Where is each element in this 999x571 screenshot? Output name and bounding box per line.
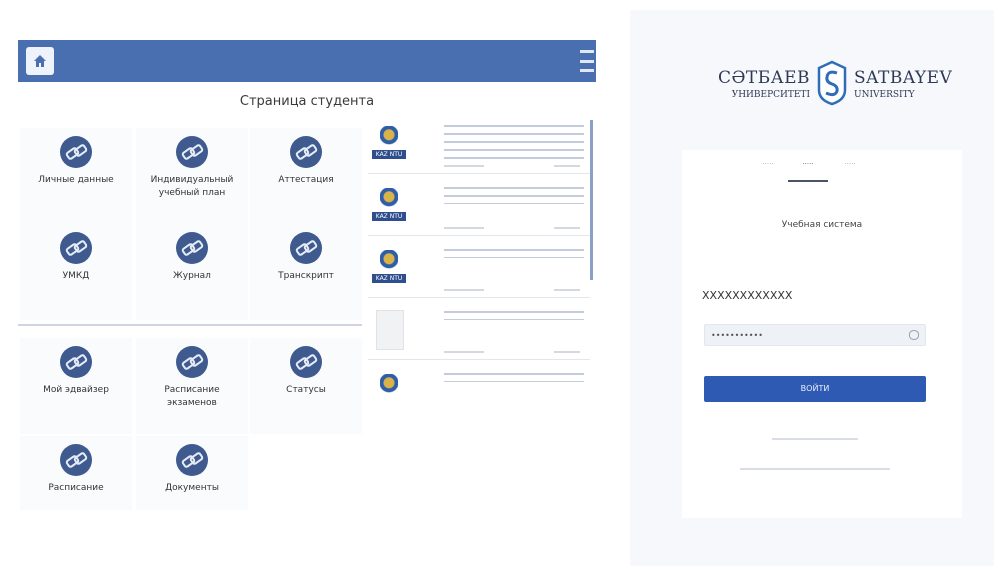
kazntu-logo-icon: KAZ NTU <box>372 188 406 226</box>
eye-icon[interactable] <box>909 330 919 340</box>
footer-link[interactable] <box>740 468 890 470</box>
news-title-placeholder <box>444 186 584 204</box>
link-icon <box>290 232 322 264</box>
news-title-placeholder <box>444 124 584 164</box>
link-icon <box>176 232 208 264</box>
kazntu-logo-icon: KAZ NTU <box>372 250 406 288</box>
tab-language-1[interactable]: ····· <box>748 160 788 168</box>
link-icon <box>60 444 92 476</box>
login-field[interactable] <box>702 282 922 308</box>
kazntu-logo-icon <box>372 374 406 412</box>
university-logo: СӘТБАЕВ УНИВЕРСИТЕТІ SATBAYEV UNIVERSITY <box>670 54 952 114</box>
tile-schedule[interactable]: Расписание <box>20 436 132 510</box>
brand-kz-sub: УНИВЕРСИТЕТІ <box>731 90 810 100</box>
menu-icon[interactable] <box>580 50 594 72</box>
tile-label: УМКД <box>62 271 90 281</box>
tile-label: Транскрипт <box>278 271 334 281</box>
news-meta <box>444 163 584 169</box>
top-nav-bar <box>18 40 596 82</box>
link-icon <box>60 136 92 168</box>
news-item[interactable] <box>368 364 590 404</box>
link-icon <box>176 444 208 476</box>
tile-label: Статусы <box>286 385 326 395</box>
login-button[interactable]: ВОЙТИ <box>704 376 926 402</box>
link-icon <box>290 346 322 378</box>
language-tabs: ····· ····· ····· <box>728 156 908 186</box>
student-portal-screenshot: Страница студента Личные данные Индивиду… <box>18 40 596 510</box>
news-item[interactable]: KAZ NTU <box>368 240 590 298</box>
section-divider <box>18 324 362 326</box>
home-button[interactable] <box>26 47 54 75</box>
tile-individual-plan[interactable]: Индивидуальный учебный план <box>136 128 248 224</box>
tile-journal[interactable]: Журнал <box>136 224 248 320</box>
satbayev-emblem-icon <box>817 60 847 106</box>
tile-transcript[interactable]: Транскрипт <box>250 224 362 320</box>
tab-language-3[interactable]: ····· <box>830 160 870 168</box>
page-title: Страница студента <box>239 94 375 109</box>
tile-statuses[interactable]: Статусы <box>250 338 362 434</box>
link-icon <box>290 136 322 168</box>
link-icon <box>176 346 208 378</box>
home-icon <box>34 55 46 67</box>
news-title-placeholder <box>444 310 584 320</box>
tile-label: Мой эдвайзер <box>43 385 109 395</box>
tile-label: Расписание экзаменов <box>164 385 220 408</box>
kazntu-logo-icon: KAZ NTU <box>372 126 406 164</box>
tile-attestation[interactable]: Аттестация <box>250 128 362 224</box>
brand-kz: СӘТБАЕВ <box>717 68 810 88</box>
tile-label: Аттестация <box>278 175 334 185</box>
password-field[interactable] <box>704 324 926 346</box>
news-meta <box>444 225 584 231</box>
tile-my-advisor[interactable]: Мой эдвайзер <box>20 338 132 434</box>
tile-label: Расписание <box>48 483 104 493</box>
tab-language-2[interactable]: ····· <box>788 160 828 168</box>
link-icon <box>60 346 92 378</box>
tile-documents[interactable]: Документы <box>136 436 248 510</box>
brand-en: SATBAYEV <box>854 68 953 88</box>
tile-exam-schedule[interactable]: Расписание экзаменов <box>136 338 248 434</box>
news-title-placeholder <box>444 372 584 382</box>
link-icon <box>176 136 208 168</box>
tile-label: Индивидуальный учебный план <box>150 175 234 198</box>
tile-label: Личные данные <box>38 175 114 185</box>
tile-personal-data[interactable]: Личные данные <box>20 128 132 224</box>
document-thumbnail-icon <box>376 310 404 350</box>
login-card: ····· ····· ····· Учебная система ВОЙТИ <box>682 150 962 518</box>
login-screenshot: СӘТБАЕВ УНИВЕРСИТЕТІ SATBAYEV UNIVERSITY… <box>630 10 994 566</box>
tile-umkd[interactable]: УМКД <box>20 224 132 320</box>
news-meta <box>444 349 584 355</box>
link-icon <box>60 232 92 264</box>
news-meta <box>444 287 584 293</box>
brand-en-sub: UNIVERSITY <box>854 90 915 100</box>
news-feed[interactable]: KAZ NTU KAZ NTU KAZ NTU <box>368 116 592 486</box>
system-name: Учебная система <box>781 220 863 230</box>
tile-label: Журнал <box>173 271 211 281</box>
forgot-password-link[interactable] <box>772 438 858 440</box>
active-tab-indicator <box>788 180 828 182</box>
news-item[interactable] <box>368 302 590 360</box>
password-input[interactable] <box>711 328 891 342</box>
news-title-placeholder <box>444 248 584 258</box>
news-scrollbar[interactable] <box>590 120 593 280</box>
news-item[interactable]: KAZ NTU <box>368 116 590 174</box>
tile-label: Документы <box>165 483 219 493</box>
news-item[interactable]: KAZ NTU <box>368 178 590 236</box>
